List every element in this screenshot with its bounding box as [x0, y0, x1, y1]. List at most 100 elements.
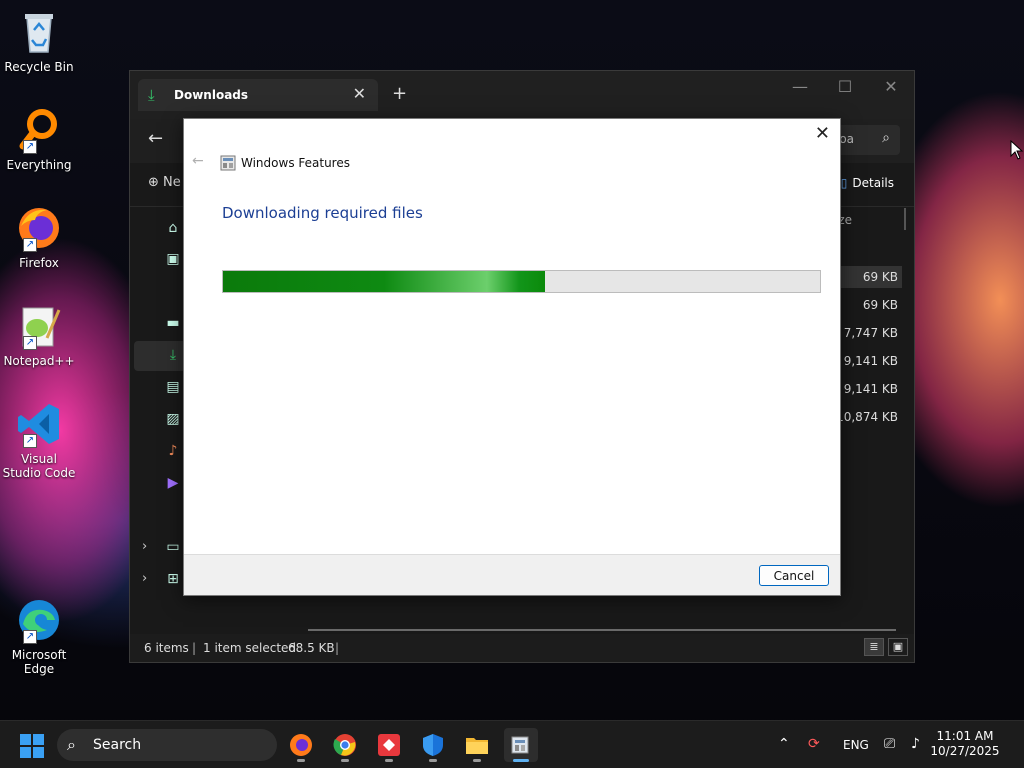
tab-close-icon[interactable]: ✕ [353, 84, 366, 103]
chrome-icon [333, 734, 356, 756]
running-indicator [385, 759, 393, 762]
desktop-icon-notepadpp[interactable]: ↗ Notepad++ [2, 302, 76, 368]
music-folder-icon[interactable]: ♪ [164, 443, 182, 461]
taskbar-anydesk[interactable] [372, 728, 406, 762]
downloads-folder-icon[interactable]: ⤓ [164, 347, 182, 365]
desktop-icon-recycle-bin[interactable]: Recycle Bin [2, 8, 76, 74]
desktop-icon-everything[interactable]: ↗ Everything [2, 106, 76, 172]
shortcut-arrow-icon: ↗ [23, 336, 37, 350]
shortcut-arrow-icon: ↗ [23, 140, 37, 154]
home-icon[interactable]: ⌂ [164, 220, 182, 238]
clock-date: 10/27/2025 [930, 744, 1000, 758]
taskbar-defender[interactable] [416, 728, 450, 762]
running-indicator [297, 759, 305, 762]
network-icon[interactable]: ⊞ [164, 571, 182, 589]
clock-time: 11:01 AM [936, 729, 994, 743]
system-clock[interactable]: 11:01 AM 10/27/2025 [925, 729, 1005, 759]
dialog-close-button[interactable]: ✕ [815, 123, 830, 144]
explorer-titlebar: ⤓ Downloads ✕ + — ☐ ✕ [130, 71, 914, 119]
firefox-icon: ↗ [15, 204, 63, 252]
status-divider: | [192, 641, 197, 655]
windows-features-icon [220, 155, 236, 171]
running-indicator [513, 759, 529, 762]
tab-downloads[interactable]: ⤓ Downloads ✕ [138, 79, 378, 111]
desktop-folder-icon[interactable]: ▬ [164, 315, 182, 333]
desktop-icon-label: Everything [6, 158, 72, 172]
taskbar: ⌕ Search ⌃ ⟳ ENG ⎚ ♪ 11:01 AM 10/27/2025 [0, 720, 1024, 768]
status-divider: | [335, 641, 340, 655]
language-indicator[interactable]: ENG [843, 738, 869, 752]
notepadpp-icon: ↗ [15, 302, 63, 350]
status-selected-size: 68.5 KB [288, 641, 335, 655]
new-tab-button[interactable]: + [392, 83, 407, 104]
status-selected: 1 item selected [203, 641, 297, 655]
tab-title: Downloads [174, 88, 249, 102]
new-label: Ne [163, 175, 181, 190]
desktop-icon-label: Recycle Bin [4, 60, 74, 74]
sync-icon[interactable]: ⟳ [808, 736, 820, 752]
running-indicator [473, 759, 481, 762]
taskbar-windows-features[interactable] [504, 728, 538, 762]
pictures-folder-icon[interactable]: ▨ [164, 411, 182, 429]
desktop-icon-vscode[interactable]: ↗ Visual Studio Code [2, 400, 76, 480]
remote-app-icon [378, 734, 400, 756]
back-arrow-icon[interactable]: ← [148, 128, 163, 149]
taskbar-file-explorer[interactable] [460, 728, 494, 762]
maximize-button[interactable]: ☐ [830, 77, 860, 96]
shield-icon [423, 734, 443, 756]
details-button[interactable]: ▯ Details [841, 176, 894, 190]
desktop-icon-edge[interactable]: ↗ Microsoft Edge [2, 596, 76, 676]
column-divider [904, 208, 906, 230]
start-button[interactable] [19, 733, 45, 759]
download-progress-bar [222, 270, 821, 293]
desktop-icon-label: Notepad++ [3, 354, 75, 368]
recycle-bin-icon [15, 8, 63, 56]
plus-circle-icon: ⊕ [148, 175, 159, 190]
close-window-button[interactable]: ✕ [876, 77, 906, 96]
vscode-icon: ↗ [15, 400, 63, 448]
everything-icon: ↗ [15, 106, 63, 154]
chevron-right-icon[interactable]: › [142, 539, 147, 554]
running-indicator [341, 759, 349, 762]
videos-folder-icon[interactable]: ▶ [164, 475, 182, 493]
desktop-icon-label: Microsoft Edge [11, 648, 67, 676]
details-label: Details [852, 176, 894, 190]
documents-folder-icon[interactable]: ▤ [164, 379, 182, 397]
desktop-icon-label: Visual Studio Code [2, 452, 76, 480]
windows-features-icon [511, 736, 529, 754]
explorer-statusbar: 6 items | 1 item selected 68.5 KB | ≣ ▣ [130, 634, 914, 662]
new-button[interactable]: ⊕ Ne [148, 175, 181, 190]
taskbar-chrome[interactable] [328, 728, 362, 762]
tiles-view-button[interactable]: ▣ [888, 638, 908, 656]
firefox-icon [290, 734, 312, 756]
folder-icon [466, 738, 488, 754]
volume-muted-icon[interactable]: ♪ [911, 736, 920, 752]
cancel-button[interactable]: Cancel [759, 565, 829, 586]
network-icon[interactable]: ⎚ [884, 736, 895, 752]
windows-features-dialog: ✕ ← Windows Features Downloading require… [183, 118, 841, 596]
desktop-icon-label: Firefox [19, 256, 59, 270]
dialog-title: Windows Features [241, 156, 350, 170]
dialog-heading: Downloading required files [222, 204, 423, 222]
horizontal-scrollbar[interactable] [308, 629, 896, 631]
gallery-icon[interactable]: ▣ [164, 251, 182, 269]
edge-icon: ↗ [15, 596, 63, 644]
minimize-button[interactable]: — [785, 77, 815, 96]
this-pc-icon[interactable]: ▭ [164, 539, 182, 557]
dialog-footer: Cancel [184, 554, 840, 595]
dialog-back-arrow-icon: ← [192, 153, 204, 169]
download-icon: ⤓ [148, 86, 155, 104]
taskbar-firefox[interactable] [284, 728, 318, 762]
desktop-icon-firefox[interactable]: ↗ Firefox [2, 204, 76, 270]
shortcut-arrow-icon: ↗ [23, 434, 37, 448]
details-view-button[interactable]: ≣ [864, 638, 884, 656]
chevron-right-icon[interactable]: › [142, 571, 147, 586]
taskbar-search-label: Search [93, 737, 142, 753]
search-icon: ⌕ [882, 130, 890, 146]
taskbar-search-box[interactable]: ⌕ Search [57, 729, 277, 761]
search-icon: ⌕ [67, 735, 76, 754]
chevron-up-icon[interactable]: ⌃ [778, 736, 790, 752]
details-pane-icon: ▯ [840, 176, 848, 190]
mouse-cursor-icon [1010, 140, 1024, 160]
shortcut-arrow-icon: ↗ [23, 630, 37, 644]
